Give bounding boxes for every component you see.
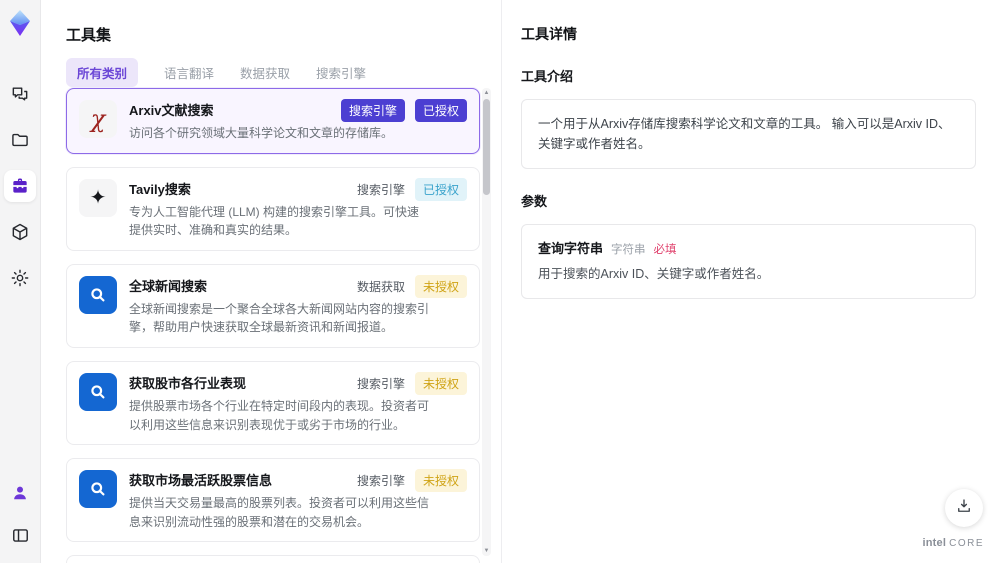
tool-intro-text: 一个用于从Arxiv存储库搜索科学论文和文章的工具。 输入可以是Arxiv ID… <box>521 99 976 169</box>
cube-icon <box>10 222 30 242</box>
parameter-item: 查询字符串 字符串 必填 用于搜索的Arxiv ID、关键字或作者姓名。 <box>521 224 976 299</box>
scroll-down-icon[interactable]: ▼ <box>482 546 491 556</box>
tool-card-global-news[interactable]: 全球新闻搜索 全球新闻搜索是一个聚合全球各大新闻网站内容的搜索引擎，帮助用户快速… <box>66 263 480 348</box>
sidebar-nav <box>4 78 36 294</box>
category-badge: 搜索引擎 <box>340 99 405 122</box>
sidebar-item-chat[interactable] <box>4 78 36 110</box>
sidebar-item-files[interactable] <box>4 124 36 156</box>
user-profile-button[interactable] <box>4 477 36 509</box>
market-search-icon <box>79 470 117 509</box>
intel-core-logo: intel core <box>922 537 984 549</box>
sidebar-item-models[interactable] <box>4 216 36 248</box>
tool-desc: 专为人工智能代理 (LLM) 构建的搜索引擎工具。可快速提供实时、准确和真实的结… <box>129 204 420 238</box>
params-section-header: 参数 <box>521 194 548 209</box>
tool-card-tavily[interactable]: ✦ Tavily搜索 专为人工智能代理 (LLM) 构建的搜索引擎工具。可快速提… <box>66 166 480 251</box>
auth-status-badge: 已授权 <box>414 99 467 122</box>
intel-product-text: core <box>949 538 984 549</box>
tool-desc: 全球新闻搜索是一个聚合全球各大新闻网站内容的搜索引擎，帮助用户快速获取全球最新资… <box>129 301 430 335</box>
param-desc: 用于搜索的Arxiv ID、关键字或作者姓名。 <box>538 267 770 281</box>
param-name: 查询字符串 <box>538 241 604 256</box>
download-button[interactable] <box>945 489 983 527</box>
auth-status-badge: 已授权 <box>414 177 467 201</box>
user-icon <box>10 483 30 503</box>
sidebar-item-tools[interactable] <box>4 170 36 202</box>
tab-translation[interactable]: 语言翻译 <box>164 58 214 87</box>
sidebar-item-settings[interactable] <box>4 262 36 294</box>
tool-list: χ Arxiv文献搜索 访问各个研究领域大量科学论文和文章的存储库。 搜索引擎 … <box>66 88 480 563</box>
tab-data-fetch[interactable]: 数据获取 <box>240 58 290 87</box>
intro-section-header: 工具介绍 <box>521 69 574 84</box>
category-label: 搜索引擎 <box>356 474 405 489</box>
app-window: 工具集 所有类别 语言翻译 数据获取 搜索引擎 χ Arxiv文献搜索 访问各个… <box>0 0 1000 563</box>
tool-card-sector-performance[interactable]: 获取股市各行业表现 提供股票市场各个行业在特定时间段内的表现。投资者可以利用这些… <box>66 360 480 446</box>
tab-all-categories[interactable]: 所有类别 <box>66 58 139 87</box>
intel-brand-text: intel <box>922 537 947 549</box>
auth-status-badge: 未授权 <box>414 274 467 298</box>
sidebar <box>0 0 41 563</box>
auth-status-badge: 未授权 <box>414 469 467 493</box>
param-required-badge: 必填 <box>653 244 677 256</box>
tool-desc: 访问各个研究领域大量科学论文和文章的存储库。 <box>129 126 394 140</box>
download-icon <box>955 497 973 520</box>
detail-title: 工具详情 <box>521 26 577 42</box>
folder-icon <box>10 130 30 150</box>
tavily-logo-icon: ✦ <box>79 178 117 217</box>
auth-status-badge: 未授权 <box>414 371 467 395</box>
arxiv-logo-icon: χ <box>79 100 117 138</box>
tool-card-arxiv[interactable]: χ Arxiv文献搜索 访问各个研究领域大量科学论文和文章的存储库。 搜索引擎 … <box>66 88 480 154</box>
scrollbar-thumb[interactable] <box>483 99 490 195</box>
param-type: 字符串 <box>611 244 646 256</box>
sidebar-bottom <box>4 477 36 551</box>
market-search-icon <box>79 372 117 411</box>
category-label: 搜索引擎 <box>356 376 405 391</box>
tab-search-engine[interactable]: 搜索引擎 <box>316 58 366 87</box>
category-label: 数据获取 <box>356 279 405 294</box>
app-logo-icon <box>5 8 35 38</box>
list-scrollbar[interactable]: ▲ ▼ <box>482 88 491 556</box>
tools-panel: 工具集 所有类别 语言翻译 数据获取 搜索引擎 χ Arxiv文献搜索 访问各个… <box>41 0 501 563</box>
tool-card-most-active-stocks[interactable]: 获取市场最活跃股票信息 提供当天交易量最高的股票列表。投资者可以利用这些信息来识… <box>66 458 480 543</box>
category-tabs: 所有类别 语言翻译 数据获取 搜索引擎 <box>66 58 366 87</box>
tool-card-regional-news[interactable]: 万维地区新闻查询 查询具体行政区划内的新闻，快速了解各地新闻动 搜索引擎 未授权 <box>66 555 480 563</box>
category-label: 搜索引擎 <box>356 182 405 197</box>
tool-detail-panel: 工具详情 工具介绍 一个用于从Arxiv存储库搜索科学论文和文章的工具。 输入可… <box>501 0 1000 563</box>
tool-desc: 提供当天交易量最高的股票列表。投资者可以利用这些信息来识别流动性强的股票和潜在的… <box>129 496 430 529</box>
scroll-up-icon[interactable]: ▲ <box>482 88 491 98</box>
toolbox-icon <box>10 176 30 196</box>
tool-desc: 提供股票市场各个行业在特定时间段内的表现。投资者可以利用这些信息来识别表现优于或… <box>129 398 430 432</box>
chat-icon <box>10 84 30 104</box>
collapse-sidebar-button[interactable] <box>4 519 36 551</box>
news-search-icon <box>79 275 117 314</box>
gear-icon <box>10 268 30 288</box>
page-title: 工具集 <box>66 27 112 44</box>
panel-toggle-icon <box>11 526 30 545</box>
